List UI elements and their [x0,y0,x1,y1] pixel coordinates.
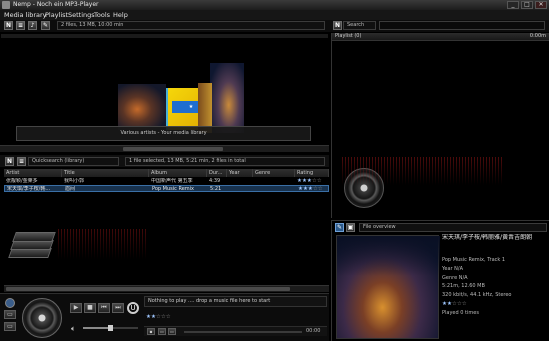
overview-length-size: 5:21m, 12.60 MB [442,283,485,289]
top-toolbar: N ≡ ♪ ✎ 2 files, 13 MB, 10:00 min N Sear… [0,20,549,32]
previous-button[interactable]: ⏮ [98,303,110,313]
column-genre[interactable]: Genre [253,169,295,177]
player-extra-button[interactable]: ▭ [4,322,16,331]
maximize-button[interactable]: □ [521,1,533,9]
menu-media-library[interactable]: Media library [4,11,47,19]
play-button[interactable]: ▶ [70,303,82,313]
app-icon [2,1,10,9]
quicksearch-bar: N ≡ Quicksearch (library) 1 file selecte… [0,155,329,167]
table-scroll-thumb[interactable] [6,287,290,291]
rating-star-icon[interactable]: ☆ [317,178,322,184]
playlist-title: Playlist (0) [335,33,362,39]
overview-bitrate: 320 kbit/s, 44.1 kHz, Stereo [442,292,512,298]
details-toggle-icon[interactable]: ✎ [335,223,344,232]
menu-help[interactable]: Help [113,11,128,19]
quicksearch-logo[interactable]: N [5,157,14,166]
overview-genre: Genre N/A [442,275,468,281]
coverflow-icon[interactable]: ♪ [28,21,37,30]
coverflow-area: ★ Various artists - Your media library [0,33,329,152]
overview-album-track: Pop Music Remix, Track 1 [442,257,506,263]
player-view-button[interactable]: ▭ [4,310,16,319]
stop-button[interactable]: ■ [84,303,96,313]
coverflow-scrollbar[interactable] [0,145,329,152]
album-cover-right[interactable] [210,63,244,133]
volume-slider[interactable] [83,325,138,331]
eq-reflection [58,229,148,259]
library-summary: 2 files, 13 MB, 10:00 min [57,21,325,30]
speaker-icon [22,298,62,338]
column-album[interactable]: Album [149,169,207,177]
cell-artist: 宋天琪/李子桉/韩... [7,186,51,192]
close-button[interactable]: ✕ [535,1,547,9]
coverflow-caption: Various artists - Your media library [16,126,311,141]
now-playing-text: Nothing to play .... drop a music file h… [144,296,327,307]
playlist-header: Playlist (0) 0:00m [332,33,549,41]
playlist-duration: 0:00m [529,33,546,39]
cell-rating[interactable]: ★★★☆☆ [296,186,330,193]
menu-bar: Media library Playlist Settings Tools He… [0,10,549,20]
menu-tools[interactable]: Tools [94,11,110,19]
browse-icon[interactable]: ≡ [16,21,25,30]
table-row[interactable]: 张靓颖/金莱多 我叫小郭 中国新声代 第五季 4:39 ★★★☆☆ [4,178,329,185]
cell-title: 我叫小郭 [64,178,85,184]
playlist-eq-reflection [342,157,502,185]
nemp-search-logo[interactable]: N [333,21,342,30]
shuffle-button[interactable]: ◾ [147,328,155,335]
title-bar: Nemp - Noch ein MP3-Player _ □ ✕ [0,0,549,10]
repeat-button[interactable]: ▭ [158,328,166,335]
search-label: Search [343,21,376,30]
cell-artist: 张靓颖/金莱多 [6,178,38,184]
overview-rating[interactable]: ★★☆☆☆ [442,300,482,307]
column-year[interactable]: Year [227,169,253,177]
volume-icon: 🔈︎ [71,324,76,333]
album-cover-left[interactable] [118,84,166,130]
next-button[interactable]: ⏭ [112,303,124,313]
rating-star-icon[interactable]: ☆ [166,314,171,320]
playlist-panel: Playlist (0) 0:00m [331,33,549,218]
quicksearch-input[interactable]: Quicksearch (library) [28,157,119,166]
column-rating[interactable]: Rating [295,169,329,177]
file-overview-panel: ✎ ▣ File overview 宋天琪/李子桉/韩丽雅/黄晋吉朗朝 Pop … [331,220,549,341]
cell-title: 眉间 [65,186,76,192]
library-table: Artist Title Album Dur... Year Genre Rat… [4,169,329,286]
minimize-button[interactable]: _ [507,1,519,9]
tagcloud-icon[interactable]: ✎ [41,21,50,30]
progress-slider[interactable] [184,331,302,333]
quicksearch-options-icon[interactable]: ≡ [17,157,26,166]
visual-toggle-icon[interactable] [5,298,15,308]
overview-played: Played 0 times [442,310,479,316]
rating-star-icon[interactable]: ☆ [462,301,467,307]
selection-status: 1 file selected, 13 MB, 5:21 min, 2 file… [125,157,325,166]
menu-settings[interactable]: Settings [68,11,95,19]
player-rating[interactable]: ★★☆☆☆ [146,313,186,320]
cell-album: 中国新声代 第五季 [151,178,193,184]
cell-album: Pop Music Remix [152,186,195,192]
column-duration[interactable]: Dur... [207,169,227,177]
search-input[interactable] [379,21,545,30]
file-overview-label: File overview [359,223,547,232]
ab-button[interactable]: ▭ [168,328,176,335]
headphones-icon[interactable]: U [127,302,139,314]
volume-handle[interactable] [108,325,113,331]
coverflow-scroll-thumb[interactable] [123,147,223,151]
cell-rating[interactable]: ★★★☆☆ [295,178,329,185]
column-artist[interactable]: Artist [4,169,62,177]
overview-year: Year N/A [442,266,464,272]
cell-duration: 4:39 [209,178,221,184]
table-row-selected[interactable]: 宋天琪/李子桉/韩... 眉间 Pop Music Remix 5:21 ★★★… [4,185,329,192]
window-title: Nemp - Noch ein MP3-Player [13,1,99,8]
table-scrollbar[interactable] [4,285,329,292]
player-panel: ▭ ▭ ▶ ■ ⏮ ⏭ U 🔈︎ Nothing to play .... dr… [0,293,329,341]
progress-bar-area: ◾ ▭ ▭ 00:00 [144,326,327,336]
lyrics-toggle-icon[interactable]: ▣ [346,223,355,232]
column-title[interactable]: Title [62,169,149,177]
album-art [336,235,440,339]
overview-artist: 宋天琪/李子桉/韩丽雅/黄晋吉朗朝 [442,234,533,241]
time-display: 00:00 [306,328,321,334]
cell-duration: 5:21 [210,186,222,192]
menu-playlist[interactable]: Playlist [45,11,68,19]
nemp-logo-button[interactable]: N [4,21,13,30]
rating-star-icon[interactable]: ☆ [318,186,323,192]
library-stack-icon [8,224,56,264]
